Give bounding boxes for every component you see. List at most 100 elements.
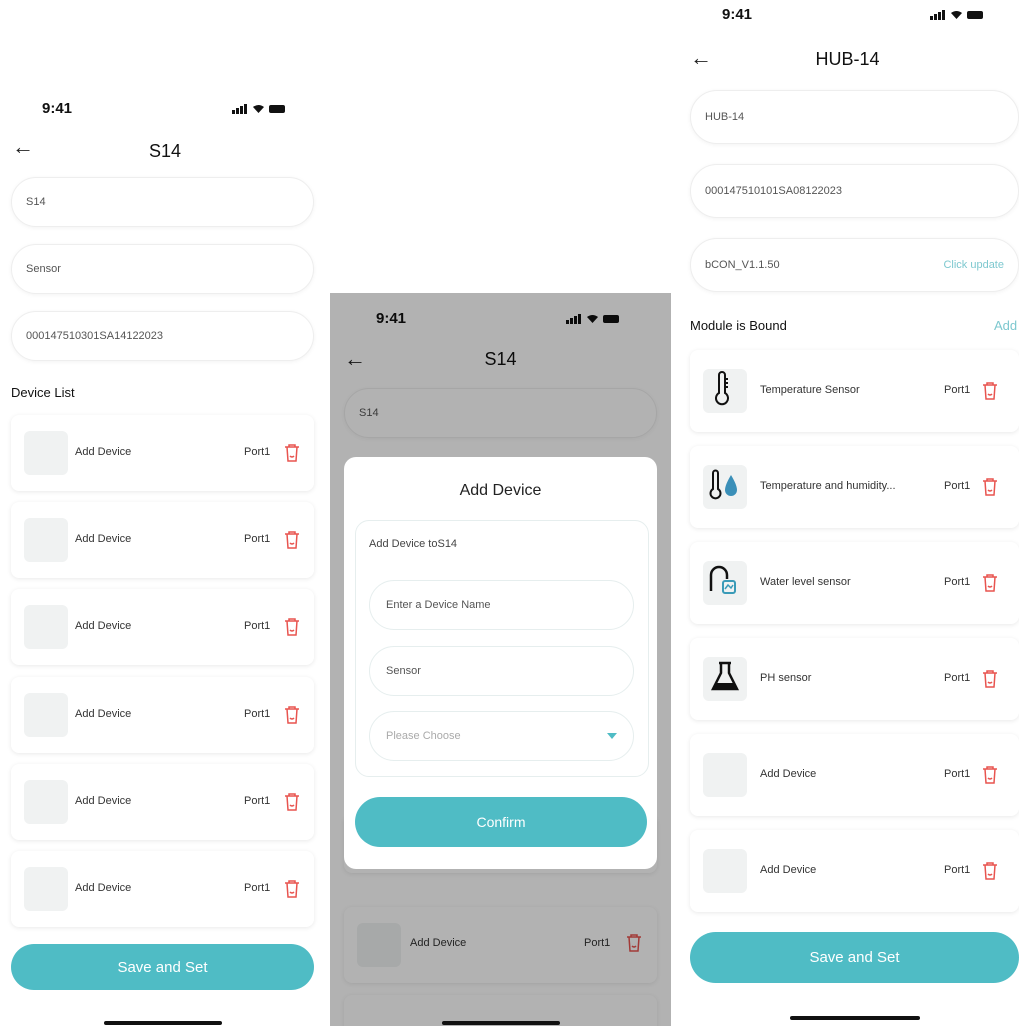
device-label: Add Device — [760, 768, 817, 780]
device-list-heading: Device List — [11, 385, 75, 400]
water-level-icon — [709, 565, 736, 594]
hub-serial-field[interactable]: 000147510101SA08122023 — [690, 164, 1019, 218]
device-thumbnail — [24, 867, 68, 911]
screen-hub-detail: 9:41 ← HUB-14 HUB-14 000147510101SA08122… — [676, 0, 1019, 1026]
status-time: 9:41 — [722, 6, 753, 23]
delete-icon[interactable] — [282, 529, 302, 551]
device-thumbnail — [24, 779, 68, 824]
choose-select[interactable]: Please Choose — [369, 711, 634, 761]
delete-icon[interactable] — [980, 572, 1000, 594]
delete-icon[interactable] — [980, 380, 1000, 402]
module-card[interactable]: Add Device Port1 — [690, 830, 1019, 912]
module-card[interactable]: Water level sensor Port1 — [690, 542, 1019, 624]
port-label: Port1 — [244, 882, 271, 894]
module-card[interactable]: Temperature and humidity... Port1 — [690, 446, 1019, 528]
click-update-link[interactable]: Click update — [943, 259, 1004, 271]
device-label: Add Device — [75, 707, 132, 720]
device-label: Add Device — [75, 882, 132, 894]
port-label: Port1 — [944, 576, 971, 588]
module-card[interactable]: Temperature Sensor Port1 — [690, 350, 1019, 432]
device-card[interactable]: Add Device Port1 — [11, 589, 314, 666]
home-indicator — [104, 1021, 222, 1025]
hub-name-field[interactable]: HUB-14 — [690, 90, 1019, 144]
delete-icon[interactable] — [282, 442, 302, 464]
device-name-input[interactable]: Enter a Device Name — [369, 580, 634, 630]
module-label: Water level sensor — [760, 576, 851, 588]
home-indicator — [790, 1016, 920, 1020]
delete-icon[interactable] — [282, 616, 302, 638]
page-title: S14 — [148, 141, 182, 161]
wifi-icon — [253, 105, 264, 113]
save-and-set-button[interactable]: Save and Set — [690, 932, 1019, 983]
device-thumbnail — [703, 753, 747, 797]
page-title: HUB-14 — [815, 49, 880, 69]
device-label: Add Device — [75, 446, 132, 458]
port-label: Port1 — [944, 480, 971, 492]
dropdown-caret-icon — [607, 733, 617, 739]
delete-icon[interactable] — [980, 860, 1000, 882]
module-bound-heading: Module is Bound — [690, 318, 787, 333]
dialog-title: Add Device — [459, 482, 542, 499]
device-thumbnail — [24, 605, 68, 650]
home-indicator — [442, 1021, 560, 1025]
signal-icon — [232, 104, 247, 114]
module-icon-tile — [703, 657, 747, 701]
add-device-dialog: Add Device Add Device toS14 Enter a Devi… — [344, 457, 657, 869]
device-card[interactable]: Add Device Port1 — [11, 676, 314, 753]
device-thumbnail — [24, 431, 68, 475]
add-module-link[interactable]: Add — [994, 318, 1017, 333]
delete-icon[interactable] — [980, 764, 1000, 786]
module-icon-tile — [703, 561, 747, 605]
device-card[interactable]: Add Device Port1 — [11, 502, 314, 579]
module-label: Temperature Sensor — [760, 384, 860, 396]
status-icons — [232, 104, 287, 114]
battery-icon — [967, 11, 983, 19]
module-icon-tile — [703, 465, 747, 509]
wifi-icon — [951, 11, 962, 19]
flask-icon — [710, 661, 740, 691]
port-label: Port1 — [244, 446, 271, 458]
save-and-set-button[interactable]: Save and Set — [11, 944, 314, 990]
dialog-form: Add Device toS14 Enter a Device Name Sen… — [355, 520, 649, 777]
status-icons — [930, 10, 985, 20]
device-card[interactable]: Add Device Port1 — [11, 763, 314, 840]
delete-icon[interactable] — [282, 704, 302, 726]
delete-icon[interactable] — [980, 668, 1000, 690]
device-label: Add Device — [75, 620, 132, 633]
port-label: Port1 — [244, 620, 271, 633]
port-label: Port1 — [944, 672, 971, 684]
device-type-field[interactable]: Sensor — [369, 646, 634, 696]
screen-add-device-modal: 9:41 ← S14 S14 Add Device Port1 Add Devi… — [330, 293, 671, 1026]
choose-placeholder: Please Choose — [386, 730, 461, 742]
module-card[interactable]: Add Device Port1 — [690, 734, 1019, 816]
device-card[interactable]: Add Device Port1 — [11, 415, 314, 491]
device-thumbnail — [24, 518, 68, 563]
port-label: Port1 — [244, 794, 271, 807]
port-label: Port1 — [944, 864, 971, 876]
serial-field[interactable]: 000147510301SA14122023 — [11, 311, 314, 361]
device-label: Add Device — [75, 533, 132, 546]
confirm-button[interactable]: Confirm — [355, 797, 647, 847]
signal-icon — [930, 10, 945, 20]
delete-icon[interactable] — [980, 476, 1000, 498]
type-field[interactable]: Sensor — [11, 244, 314, 294]
firmware-field: bCON_V1.1.50 Click update — [690, 238, 1019, 292]
module-icon-tile — [703, 369, 747, 413]
delete-icon[interactable] — [282, 791, 302, 813]
name-field[interactable]: S14 — [11, 177, 314, 227]
device-label: Add Device — [760, 864, 817, 876]
device-card[interactable]: Add Device Port1 — [11, 851, 314, 927]
device-label: Add Device — [75, 794, 132, 807]
port-label: Port1 — [244, 533, 271, 546]
port-label: Port1 — [244, 707, 271, 720]
thermometer-icon — [715, 371, 729, 406]
battery-icon — [269, 105, 285, 113]
module-card[interactable]: PH sensor Port1 — [690, 638, 1019, 720]
delete-icon[interactable] — [282, 878, 302, 900]
status-time: 9:41 — [42, 100, 73, 117]
screen-device-list: 9:41 ← S14 S14 Sensor 000147510301SA1412… — [0, 0, 330, 1026]
port-label: Port1 — [944, 384, 971, 396]
firmware-version: bCON_V1.1.50 — [705, 259, 780, 271]
port-label: Port1 — [944, 768, 971, 780]
dialog-subtitle: Add Device toS14 — [369, 538, 458, 550]
